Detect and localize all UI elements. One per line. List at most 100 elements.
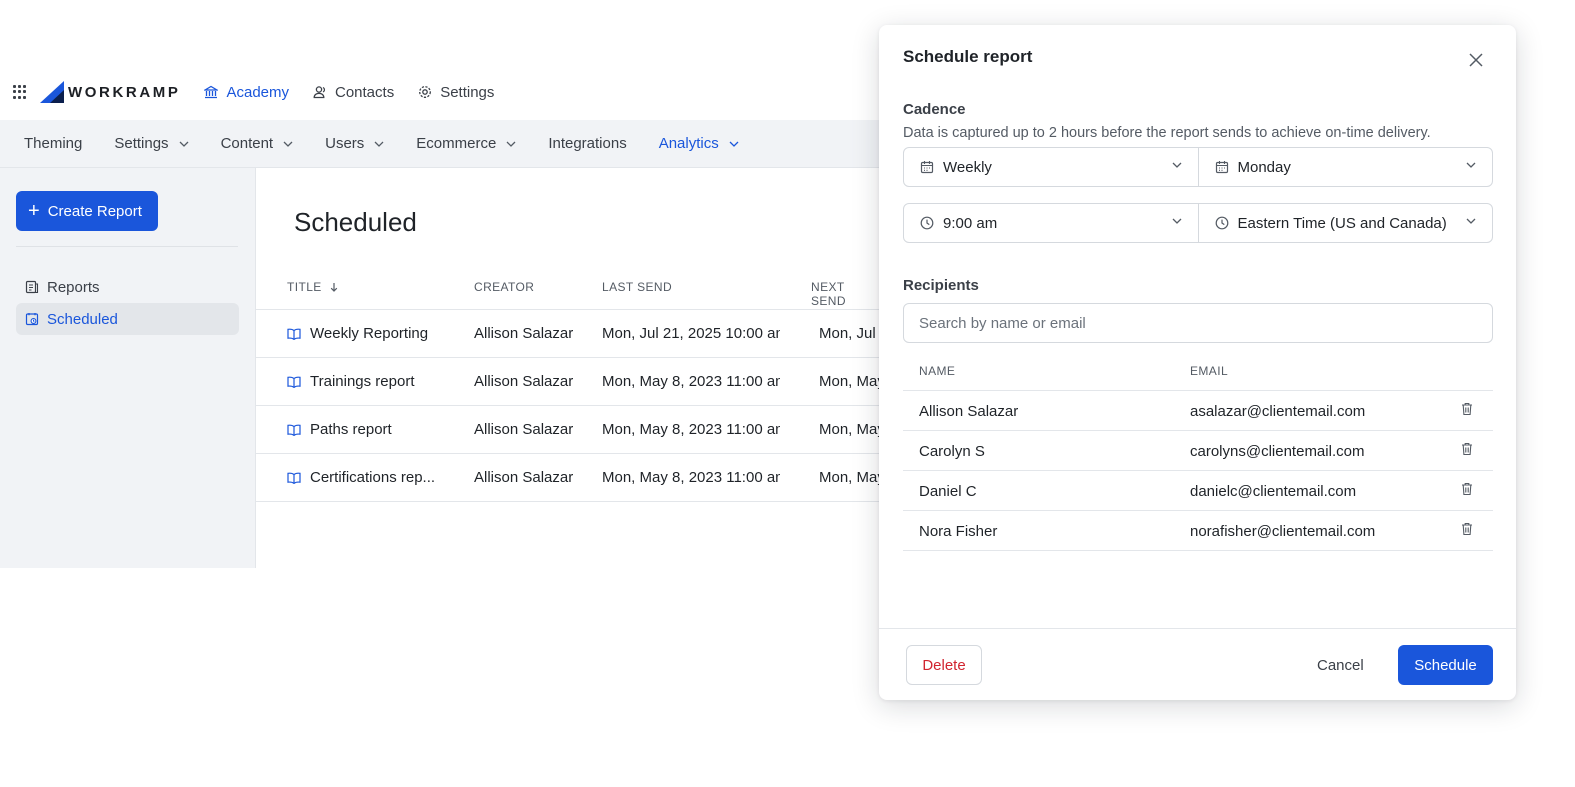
schedule-report-modal: Schedule report Cadence Data is captured… (879, 25, 1516, 700)
clock-icon (920, 216, 934, 230)
subnav-theming[interactable]: Theming (24, 135, 82, 152)
users-icon (313, 86, 325, 99)
recipient-name: Allison Salazar (919, 403, 1019, 420)
workramp-logo[interactable]: WORKRAMP (40, 81, 180, 103)
report-last-send: Mon, Jul 21, 2025 10:00 am (602, 325, 780, 342)
subnav-settings[interactable]: Settings (114, 135, 189, 152)
sidebar-item-reports[interactable]: Reports (16, 271, 239, 303)
page-title: Scheduled (294, 207, 417, 237)
chevron-down-icon (1172, 162, 1181, 168)
report-creator: Allison Salazar (474, 469, 574, 486)
column-creator: CREATOR (474, 280, 535, 294)
report-title-cell[interactable]: Weekly Reporting (287, 325, 428, 342)
report-title: Paths report (310, 421, 392, 438)
report-creator: Allison Salazar (474, 421, 574, 438)
cadence-help-text: Data is captured up to 2 hours before th… (903, 125, 1431, 141)
chevron-down-icon (506, 141, 516, 147)
subnav-analytics[interactable]: Analytics (659, 135, 739, 152)
create-report-button[interactable]: + Create Report (16, 191, 158, 231)
timezone-select[interactable]: Eastern Time (US and Canada) (1197, 204, 1493, 242)
column-name: NAME (919, 364, 956, 378)
recipient-email: carolyns@clientemail.com (1190, 443, 1365, 460)
table-row[interactable]: Weekly Reporting Allison Salazar Mon, Ju… (256, 310, 880, 358)
topnav-settings-label: Settings (440, 83, 495, 101)
remove-recipient-button[interactable] (1461, 522, 1473, 540)
recipients-table-header: NAME EMAIL (903, 351, 1493, 391)
report-title: Trainings report (310, 373, 415, 390)
report-icon (25, 280, 39, 294)
remove-recipient-button[interactable] (1461, 402, 1473, 420)
column-title[interactable]: TITLE (287, 280, 338, 294)
sidebar-item-scheduled[interactable]: Scheduled (16, 303, 239, 335)
topnav-settings[interactable]: Settings (418, 84, 494, 101)
report-title-cell[interactable]: Paths report (287, 421, 392, 438)
topnav-contacts[interactable]: Contacts (313, 84, 394, 101)
subnav-users-label: Users (325, 135, 365, 152)
plus-icon: + (28, 200, 40, 222)
subnav-integrations-label: Integrations (548, 135, 627, 152)
app-grid-icon[interactable] (13, 85, 27, 99)
day-select[interactable]: Monday (1197, 148, 1493, 186)
topnav-academy[interactable]: Academy (204, 84, 289, 101)
sidebar: + Create Report Reports Scheduled (0, 168, 256, 568)
recipient-row: Allison Salazar asalazar@clientemail.com (903, 391, 1493, 431)
topnav-academy-label: Academy (226, 83, 289, 101)
subnav-users[interactable]: Users (325, 135, 384, 152)
chevron-down-icon (283, 141, 293, 147)
subnav-integrations[interactable]: Integrations (548, 135, 626, 152)
frequency-select[interactable]: Weekly (904, 148, 1198, 186)
table-header: TITLE CREATOR LAST SEND NEXT SEND (256, 264, 880, 310)
report-title-cell[interactable]: Certifications rep... (287, 469, 435, 486)
recipient-search-input[interactable] (903, 303, 1493, 343)
report-creator: Allison Salazar (474, 325, 574, 342)
subnav-analytics-label: Analytics (658, 135, 719, 152)
remove-recipient-button[interactable] (1461, 442, 1473, 460)
report-next-send: Mon, May (819, 469, 880, 486)
calendar-icon (1215, 161, 1228, 174)
modal-footer-divider (879, 628, 1516, 629)
report-title: Certifications rep... (310, 469, 436, 486)
column-email: EMAIL (1190, 364, 1229, 378)
subnav-content-label: Content (220, 135, 274, 152)
trash-icon (1462, 522, 1472, 536)
report-title: Weekly Reporting (310, 325, 429, 342)
report-next-send: Mon, Jul (819, 325, 876, 342)
subnav-ecommerce[interactable]: Ecommerce (416, 135, 516, 152)
subnav-content[interactable]: Content (221, 135, 294, 152)
subnav-theming-label: Theming (24, 135, 83, 152)
subnav-ecommerce-label: Ecommerce (416, 135, 497, 152)
clock-icon (1215, 216, 1228, 230)
column-next-send: NEXT SEND (811, 280, 846, 308)
day-value: Monday (1237, 158, 1291, 176)
report-title-cell[interactable]: Trainings report (287, 373, 415, 390)
close-button[interactable] (1466, 50, 1486, 70)
time-timezone-group: 9:00 am Eastern Time (US and Canada) (903, 203, 1493, 243)
table-row[interactable]: Paths report Allison Salazar Mon, May 8,… (256, 406, 880, 454)
recipient-email: asalazar@clientemail.com (1190, 403, 1366, 420)
recipient-row: Nora Fisher norafisher@clientemail.com (903, 511, 1493, 551)
schedule-button[interactable]: Schedule (1398, 645, 1493, 685)
chevron-down-icon (1172, 218, 1181, 224)
sidebar-item-scheduled-label: Scheduled (47, 310, 118, 328)
table-row[interactable]: Certifications rep... Allison Salazar Mo… (256, 454, 880, 502)
secondary-navigation: Theming Settings Content Users Ecommerce… (0, 120, 880, 168)
cancel-button[interactable]: Cancel (1317, 645, 1364, 685)
create-report-label: Create Report (47, 202, 142, 220)
close-icon (1469, 53, 1483, 67)
report-next-send: Mon, May (819, 373, 880, 390)
sidebar-divider (16, 246, 238, 247)
logo-text: WORKRAMP (68, 83, 181, 101)
chevron-down-icon (729, 141, 739, 147)
calendar-icon (920, 161, 934, 174)
scheduled-reports-table: TITLE CREATOR LAST SEND NEXT SEND Weekly… (256, 264, 880, 502)
remove-recipient-button[interactable] (1461, 482, 1473, 500)
time-value: 9:00 am (943, 214, 998, 232)
table-row[interactable]: Trainings report Allison Salazar Mon, Ma… (256, 358, 880, 406)
delete-button[interactable]: Delete (906, 645, 982, 685)
chevron-down-icon (1466, 162, 1476, 168)
book-icon (287, 376, 301, 388)
report-creator: Allison Salazar (474, 373, 574, 390)
time-select[interactable]: 9:00 am (904, 204, 1198, 242)
recipient-name: Carolyn S (919, 443, 985, 460)
report-last-send: Mon, May 8, 2023 11:00 am (602, 469, 780, 486)
